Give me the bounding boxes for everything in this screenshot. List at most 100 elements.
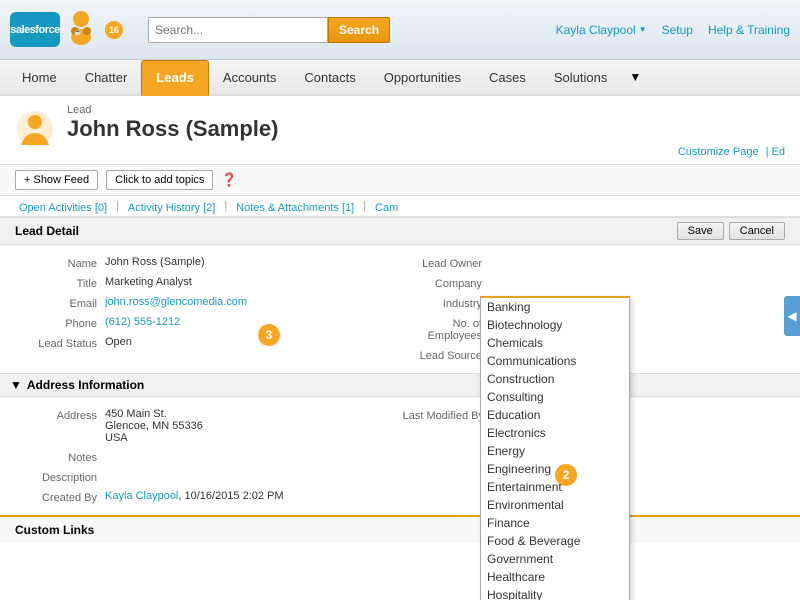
created-by-field-row: Created By Kayla Claypool, 10/16/2015 2:…	[15, 487, 398, 507]
nav-solutions[interactable]: Solutions	[540, 60, 621, 96]
address-line2: Glencoe, MN 55336	[105, 420, 203, 432]
nav-home[interactable]: Home	[8, 60, 71, 96]
save-button[interactable]: Save	[677, 222, 724, 240]
version-badge: 16	[105, 21, 123, 39]
email-field-row: Email john.ross@glencomedia.com	[15, 293, 400, 313]
dropdown-item-biotechnology[interactable]: Biotechnology	[481, 316, 629, 334]
side-arrow[interactable]: ◀	[784, 296, 800, 336]
name-label: Name	[15, 256, 105, 270]
add-topics-button[interactable]: Click to add topics	[106, 170, 213, 190]
nav-cases[interactable]: Cases	[475, 60, 540, 96]
lead-label: Lead	[67, 104, 785, 116]
dropdown-item-healthcare[interactable]: Healthcare	[481, 568, 629, 586]
address-label: Address	[15, 408, 105, 422]
dropdown-item-finance[interactable]: Finance	[481, 514, 629, 532]
setup-link[interactable]: Setup	[662, 23, 693, 37]
created-by-label: Created By	[15, 490, 105, 504]
salesforce-logo: salesforce ☕ 16	[10, 9, 123, 51]
svg-text:☕: ☕	[74, 28, 82, 36]
search-button[interactable]: Search	[328, 17, 390, 43]
header: salesforce ☕ 16 Search Kayla Claypool ▼ …	[0, 0, 800, 60]
dropdown-item-construction[interactable]: Construction	[481, 370, 629, 388]
description-label: Description	[15, 470, 105, 484]
address-collapse-icon[interactable]: ▼	[10, 378, 22, 392]
user-menu[interactable]: Kayla Claypool ▼	[556, 23, 647, 37]
industry-dropdown[interactable]: BankingBiotechnologyChemicalsCommunicati…	[480, 296, 630, 600]
dropdown-item-energy[interactable]: Energy	[481, 442, 629, 460]
show-feed-button[interactable]: + Show Feed	[15, 170, 98, 190]
nav-leads[interactable]: Leads	[141, 60, 209, 96]
created-by-link[interactable]: Kayla Claypool	[105, 490, 178, 502]
lead-icon	[15, 109, 55, 159]
dropdown-item-government[interactable]: Government	[481, 550, 629, 568]
nav-contacts[interactable]: Contacts	[290, 60, 369, 96]
badge-3: 3	[258, 324, 280, 346]
logo-text: salesforce	[10, 24, 59, 36]
notes-label: Notes	[15, 450, 105, 464]
lead-owner-label: Lead Owner	[400, 256, 490, 270]
nav-accounts[interactable]: Accounts	[209, 60, 290, 96]
email-label: Email	[15, 296, 105, 310]
lead-actions-top: Customize Page | Ed	[67, 146, 785, 158]
employees-label: No. of Employees	[400, 316, 490, 342]
user-name: Kayla Claypool	[556, 23, 636, 37]
badge-2: 2	[555, 464, 577, 486]
industry-label: Industry	[400, 296, 490, 310]
address-section: ▼ Address Information Address 450 Main S…	[0, 373, 800, 515]
search-bar: Search	[148, 17, 390, 43]
dropdown-item-consulting[interactable]: Consulting	[481, 388, 629, 406]
lead-name: John Ross (Sample)	[67, 116, 785, 142]
dropdown-item-food-&-beverage[interactable]: Food & Beverage	[481, 532, 629, 550]
logo-box: salesforce	[10, 12, 60, 47]
phone-field-row: Phone (612) 555-1212	[15, 313, 400, 333]
tab-notes-attachments[interactable]: Notes & Attachments [1]	[232, 200, 358, 216]
lead-status-label: Lead Status	[15, 336, 105, 350]
dropdown-item-banking[interactable]: Banking	[481, 298, 629, 316]
nav-more[interactable]: ▼	[621, 60, 649, 94]
phone-value[interactable]: (612) 555-1212	[105, 316, 180, 328]
header-right: Kayla Claypool ▼ Setup Help & Training	[556, 23, 790, 37]
lead-source-label: Lead Source	[400, 348, 490, 362]
email-value[interactable]: john.ross@glencomedia.com	[105, 296, 247, 308]
left-fields: Name John Ross (Sample) Title Marketing …	[15, 253, 400, 365]
tab-open-activities[interactable]: Open Activities [0]	[15, 200, 111, 216]
title-field-row: Title Marketing Analyst	[15, 273, 400, 293]
help-training-link[interactable]: Help & Training	[708, 23, 790, 37]
address-left: Address 450 Main St. Glencoe, MN 55336 U…	[15, 405, 398, 507]
dropdown-item-entertainment[interactable]: Entertainment	[481, 478, 629, 496]
industry-dropdown-overlay: BankingBiotechnologyChemicalsCommunicati…	[480, 296, 630, 600]
modified-by-label: Last Modified By	[402, 408, 492, 422]
lead-owner-field-row: Lead Owner	[400, 253, 785, 273]
navigation: Home Chatter Leads Accounts Contacts Opp…	[0, 60, 800, 96]
nav-opportunities[interactable]: Opportunities	[370, 60, 475, 96]
toolbar: + Show Feed Click to add topics ❓	[0, 165, 800, 196]
company-label: Company	[400, 276, 490, 290]
main-content: Lead John Ross (Sample) Customize Page |…	[0, 96, 800, 600]
description-field-row: Description	[15, 467, 398, 487]
lead-header: Lead John Ross (Sample) Customize Page |…	[0, 96, 800, 165]
mascot-icon: ☕	[60, 9, 102, 51]
dropdown-item-education[interactable]: Education	[481, 406, 629, 424]
dropdown-item-communications[interactable]: Communications	[481, 352, 629, 370]
dropdown-item-electronics[interactable]: Electronics	[481, 424, 629, 442]
address-value: 450 Main St. Glencoe, MN 55336 USA	[105, 408, 203, 444]
tab-activity-history[interactable]: Activity History [2]	[124, 200, 219, 216]
dropdown-item-hospitality[interactable]: Hospitality	[481, 586, 629, 600]
dropdown-item-environmental[interactable]: Environmental	[481, 496, 629, 514]
dropdown-item-chemicals[interactable]: Chemicals	[481, 334, 629, 352]
tab-cam[interactable]: Cam	[371, 200, 402, 216]
search-input[interactable]	[148, 17, 328, 43]
nav-chatter[interactable]: Chatter	[71, 60, 142, 96]
help-icon[interactable]: ❓	[221, 172, 237, 188]
company-field-row: Company	[400, 273, 785, 293]
save-cancel-buttons: Save Cancel	[677, 222, 785, 240]
customize-page-link[interactable]: Customize Page	[674, 144, 763, 160]
address-header-title: Address Information	[27, 378, 144, 392]
title-label: Title	[15, 276, 105, 290]
lead-form-grid: Name John Ross (Sample) Title Marketing …	[0, 245, 800, 373]
lead-status-value: Open	[105, 336, 132, 348]
cancel-button[interactable]: Cancel	[729, 222, 785, 240]
activity-tabs: Open Activities [0] | Activity History […	[0, 196, 800, 217]
address-field-row: Address 450 Main St. Glencoe, MN 55336 U…	[15, 405, 398, 447]
lead-detail-title: Lead Detail	[15, 224, 79, 238]
